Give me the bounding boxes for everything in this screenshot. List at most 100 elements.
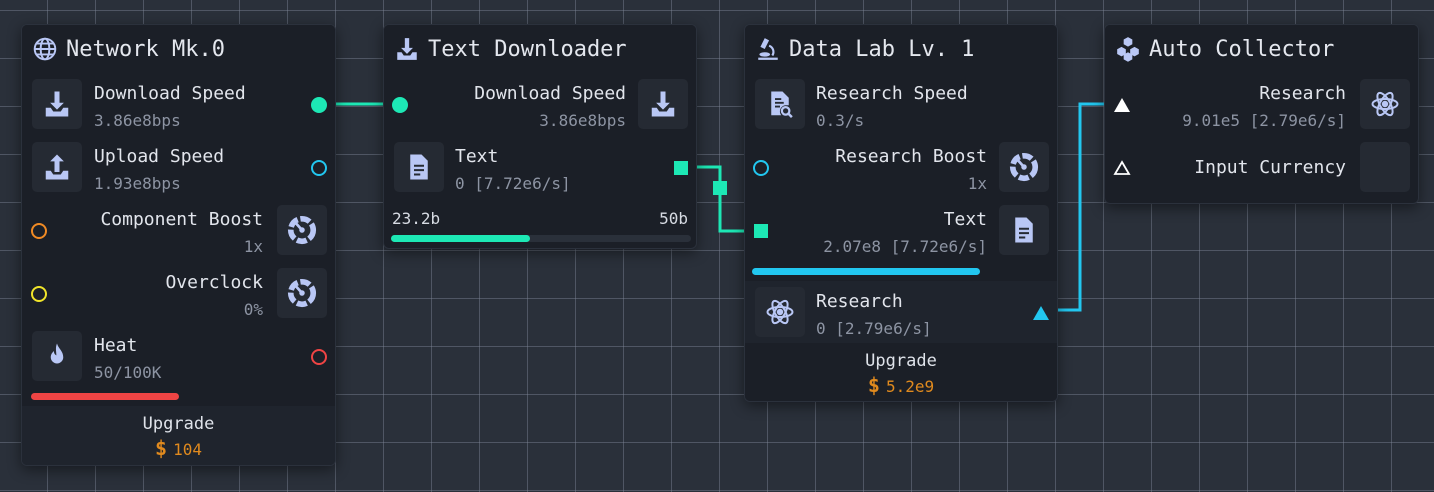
row-label: Text bbox=[943, 209, 987, 230]
network-row-heat: Heat 50/100K bbox=[22, 327, 335, 385]
datalab-row-text: Text 2.07e8 [7.72e6/s] bbox=[745, 201, 1057, 259]
download-progress-track bbox=[391, 235, 691, 242]
collector-row-input-currency: Input Currency bbox=[1105, 138, 1418, 196]
globe-icon bbox=[33, 37, 57, 61]
atom-icon-box bbox=[1360, 79, 1410, 129]
download-icon-box bbox=[638, 79, 688, 129]
row-label: Download Speed bbox=[94, 83, 246, 104]
upgrade-label: Upgrade bbox=[865, 351, 937, 371]
upgrade-label: Upgrade bbox=[142, 414, 215, 434]
input-port-download-speed[interactable] bbox=[391, 96, 409, 114]
row-value: 1x bbox=[243, 237, 263, 256]
wire-text-junction bbox=[713, 181, 727, 195]
row-value: 1.93e8bps bbox=[94, 174, 181, 193]
upgrade-cost-value: 104 bbox=[173, 440, 202, 459]
gauge-icon bbox=[1009, 152, 1039, 182]
row-label: Input Currency bbox=[1194, 157, 1346, 178]
row-value: 0% bbox=[243, 300, 263, 319]
data-lab-node[interactable]: Data Lab Lv. 1 Research Speed 0.3/s Rese… bbox=[744, 24, 1058, 402]
research-doc-icon-box bbox=[755, 79, 805, 129]
row-value: 1x bbox=[967, 174, 987, 193]
row-label: Upload Speed bbox=[94, 146, 225, 167]
row-label: Research Speed bbox=[816, 83, 968, 104]
output-port-research[interactable] bbox=[1032, 305, 1050, 321]
download-progress-fill bbox=[391, 235, 530, 242]
row-value: 3.86e8bps bbox=[94, 111, 181, 130]
input-port-component-boost[interactable] bbox=[30, 222, 48, 240]
network-row-component-boost: Component Boost 1x bbox=[22, 201, 335, 259]
gauge-icon-box bbox=[999, 142, 1049, 192]
row-label: Overclock bbox=[165, 272, 263, 293]
upgrade-cost: $5.2e9 bbox=[745, 373, 1057, 397]
row-label: Component Boost bbox=[100, 209, 263, 230]
row-value: 0 [7.72e6/s] bbox=[455, 174, 571, 193]
heat-bar-track bbox=[31, 393, 326, 400]
upgrade-cost-value: 5.2e9 bbox=[885, 377, 935, 396]
text-downloader-header[interactable]: Text Downloader bbox=[384, 25, 696, 73]
row-value: 2.07e8 [7.72e6/s] bbox=[823, 237, 987, 256]
row-label: Research bbox=[816, 291, 903, 312]
gauge-icon-box bbox=[277, 205, 327, 255]
row-value: 3.86e8bps bbox=[539, 111, 626, 130]
datalab-row-research: Research 0 [2.79e6/s] bbox=[745, 281, 1057, 345]
flame-icon-box bbox=[32, 331, 82, 381]
document-icon-box bbox=[394, 142, 444, 192]
gauge-icon bbox=[287, 278, 317, 308]
row-label: Text bbox=[455, 146, 499, 167]
atom-icon-box bbox=[755, 287, 805, 337]
atom-icon bbox=[766, 299, 794, 325]
datalab-row-research-boost: Research Boost 1x bbox=[745, 138, 1057, 196]
output-port-text[interactable] bbox=[673, 160, 689, 176]
research-progress-fill bbox=[752, 268, 980, 275]
gauge-icon-box bbox=[277, 268, 327, 318]
boxes-icon bbox=[1117, 37, 1139, 62]
data-lab-header[interactable]: Data Lab Lv. 1 bbox=[745, 25, 1057, 73]
network-row-overclock: Overclock 0% bbox=[22, 264, 335, 322]
input-port-currency[interactable] bbox=[1113, 160, 1131, 176]
row-label: Research bbox=[1259, 83, 1346, 104]
currency-symbol: $ bbox=[867, 373, 880, 397]
download-icon bbox=[397, 38, 417, 60]
research-doc-icon bbox=[771, 91, 793, 119]
text-downloader-node[interactable]: Text Downloader Download Speed 3.86e8bps… bbox=[383, 24, 697, 249]
document-icon bbox=[410, 154, 428, 180]
row-label: Heat bbox=[94, 335, 138, 356]
output-port-download-speed[interactable] bbox=[310, 96, 328, 114]
output-port-heat[interactable] bbox=[310, 348, 328, 366]
row-label: Download Speed bbox=[474, 83, 626, 104]
upgrade-button[interactable]: Upgrade $5.2e9 bbox=[745, 343, 1057, 401]
progress-current: 23.2b bbox=[392, 209, 441, 228]
input-port-research-boost[interactable] bbox=[752, 159, 770, 177]
node-title: Data Lab Lv. 1 bbox=[789, 36, 975, 62]
auto-collector-header[interactable]: Auto Collector bbox=[1105, 25, 1418, 73]
input-port-text[interactable] bbox=[753, 223, 769, 239]
download-icon bbox=[45, 91, 69, 117]
upgrade-button[interactable]: Upgrade $104 bbox=[22, 406, 335, 465]
upgrade-cost: $104 bbox=[22, 436, 335, 460]
network-row-download-speed: Download Speed 3.86e8bps bbox=[22, 75, 335, 133]
network-node-header[interactable]: Network Mk.0 bbox=[22, 25, 335, 73]
network-node[interactable]: Network Mk.0 Download Speed 3.86e8bps Up… bbox=[21, 24, 336, 466]
input-port-research[interactable] bbox=[1113, 97, 1131, 113]
node-title: Network Mk.0 bbox=[66, 36, 225, 62]
download-icon bbox=[651, 91, 675, 117]
collector-row-research: Research 9.01e5 [2.79e6/s] bbox=[1105, 75, 1418, 133]
network-row-upload-speed: Upload Speed 1.93e8bps bbox=[22, 138, 335, 196]
downloader-row-text: Text 0 [7.72e6/s] bbox=[384, 138, 696, 196]
empty-icon-box bbox=[1360, 142, 1410, 192]
upload-icon bbox=[45, 154, 69, 180]
input-port-overclock[interactable] bbox=[30, 285, 48, 303]
datalab-row-research-speed: Research Speed 0.3/s bbox=[745, 75, 1057, 133]
currency-symbol: $ bbox=[155, 436, 168, 460]
document-icon bbox=[1015, 217, 1033, 243]
heat-bar-fill bbox=[31, 393, 179, 400]
document-icon-box bbox=[999, 205, 1049, 255]
gauge-icon bbox=[287, 215, 317, 245]
output-port-upload-speed[interactable] bbox=[310, 159, 328, 177]
auto-collector-node[interactable]: Auto Collector Research 9.01e5 [2.79e6/s… bbox=[1104, 24, 1419, 204]
row-value: 9.01e5 [2.79e6/s] bbox=[1182, 111, 1346, 130]
row-label: Research Boost bbox=[835, 146, 987, 167]
row-value: 50/100K bbox=[94, 363, 162, 382]
flame-icon bbox=[50, 343, 64, 364]
node-title: Auto Collector bbox=[1149, 36, 1335, 62]
